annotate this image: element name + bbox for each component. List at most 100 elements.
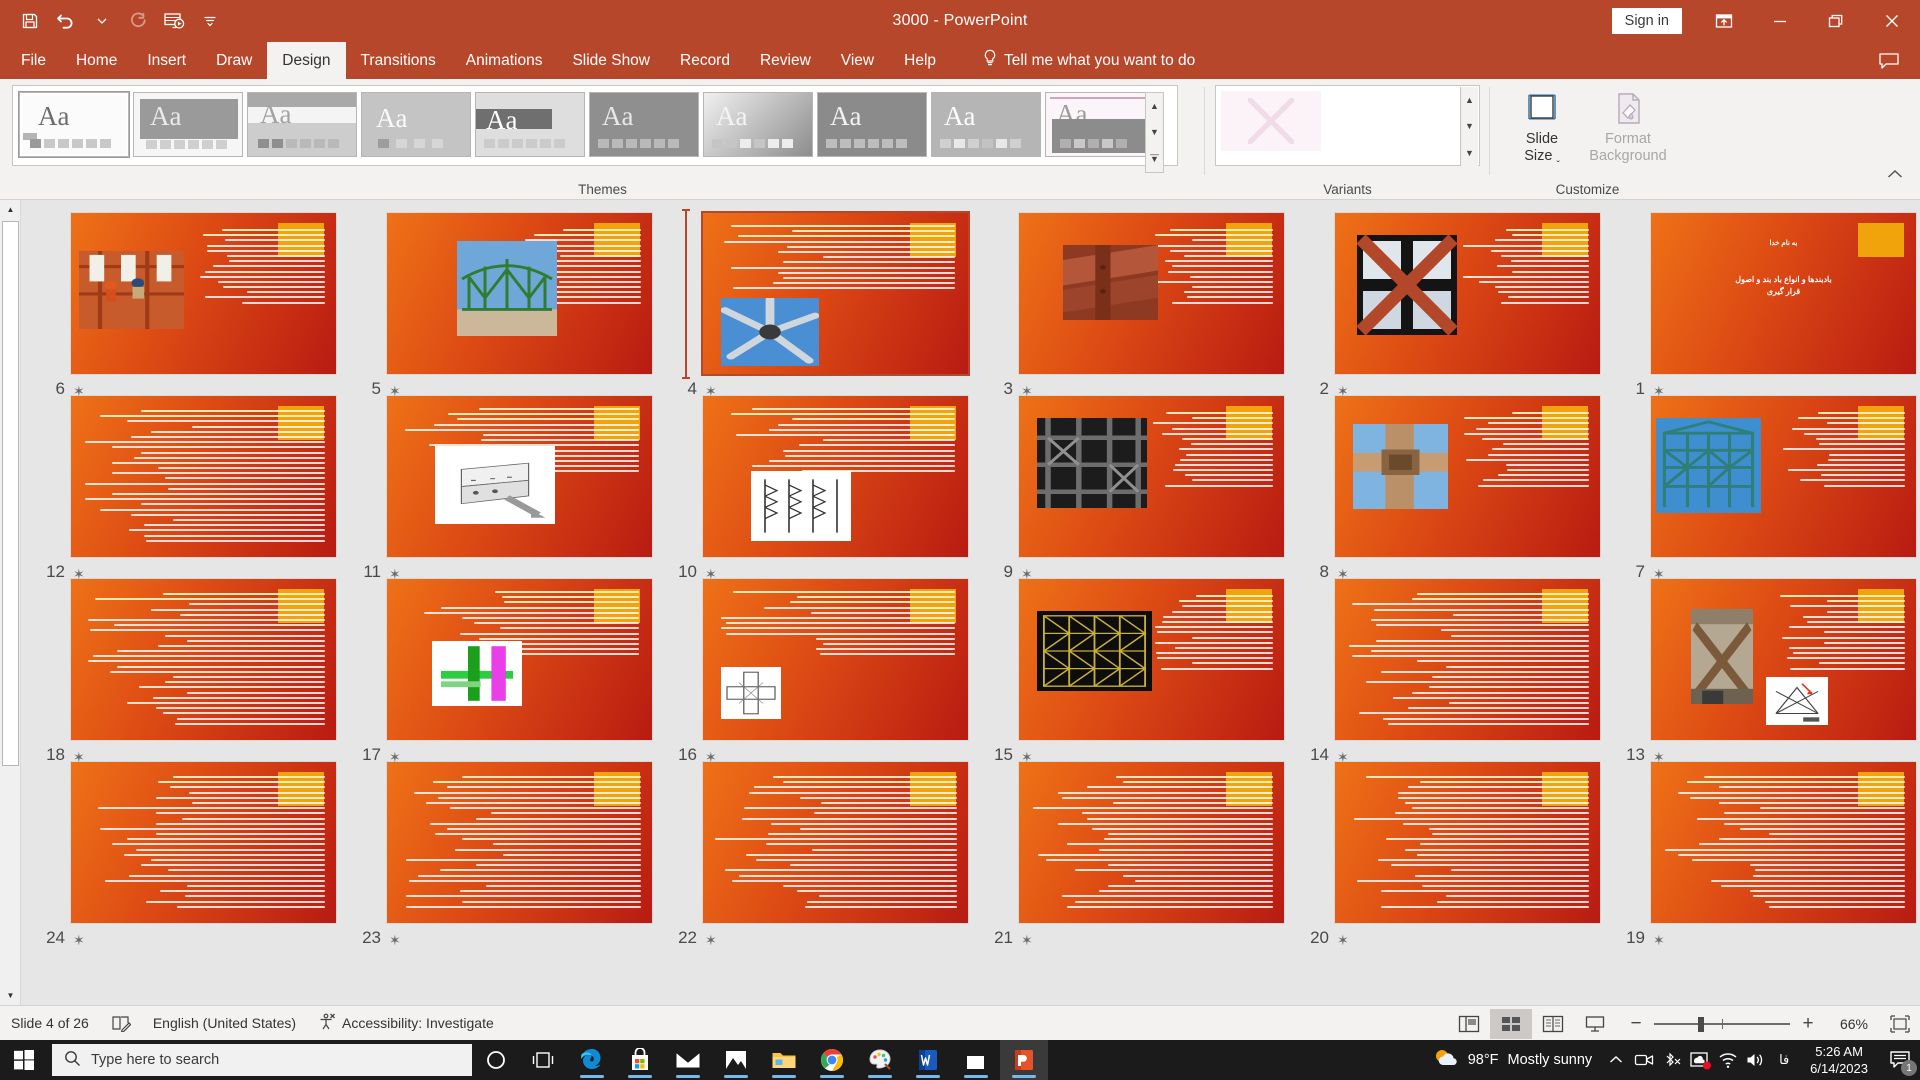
volume-icon[interactable] (1742, 1040, 1770, 1080)
slide-thumbnail-8[interactable] (1335, 396, 1600, 557)
theme-thumbnail-7[interactable]: Aa (703, 92, 813, 157)
mail-icon[interactable] (664, 1040, 712, 1080)
start-from-beginning-icon[interactable] (158, 5, 190, 37)
slide-thumbnail-4[interactable] (703, 213, 968, 374)
zoom-slider[interactable] (1654, 1016, 1790, 1032)
tab-help[interactable]: Help (889, 42, 951, 79)
slide-thumbnail-7[interactable] (1651, 396, 1916, 557)
video-editor-icon[interactable] (952, 1040, 1000, 1080)
slide-thumbnail-15[interactable] (1019, 579, 1284, 740)
ribbon-display-options-icon[interactable] (1696, 0, 1752, 42)
variants-gallery[interactable]: ▲ ▼ ▼ (1215, 85, 1480, 166)
variant-thumbnail-1[interactable] (1221, 91, 1321, 151)
tab-record[interactable]: Record (665, 42, 745, 79)
slide-counter[interactable]: Slide 4 of 26 (0, 1006, 100, 1041)
theme-thumbnail-4[interactable]: Aa (361, 92, 471, 157)
slide-transition-star-icon[interactable]: ✶ (1653, 932, 1665, 949)
microsoft-powerpoint-icon[interactable] (1000, 1040, 1048, 1080)
scrollbar-thumb[interactable] (2, 221, 19, 766)
slide-transition-star-icon[interactable]: ✶ (73, 932, 85, 949)
variants-scroll-down-icon[interactable]: ▼ (1461, 113, 1478, 139)
tab-review[interactable]: Review (745, 42, 826, 79)
theme-thumbnail-10[interactable]: Aa (1045, 92, 1155, 157)
undo-icon[interactable] (50, 5, 82, 37)
tab-transitions[interactable]: Transitions (346, 42, 451, 79)
theme-thumbnail-6[interactable]: Aa (589, 92, 699, 157)
close-icon[interactable] (1864, 0, 1920, 42)
slide-thumbnail-2[interactable] (1335, 213, 1600, 374)
normal-view-button[interactable] (1448, 1009, 1490, 1039)
slide-show-view-button[interactable] (1574, 1009, 1616, 1039)
collapse-ribbon-chevron-up-icon[interactable] (1880, 161, 1910, 187)
slide-sorter-view-button[interactable] (1490, 1009, 1532, 1039)
microsoft-store-icon[interactable] (616, 1040, 664, 1080)
slide-size-button[interactable]: Slide Size ˬ (1500, 87, 1584, 169)
slide-thumbnail-9[interactable] (1019, 396, 1284, 557)
tab-file[interactable]: File (6, 42, 61, 79)
variants-scroll-up-icon[interactable]: ▲ (1461, 87, 1478, 113)
slide-thumbnail-10[interactable] (703, 396, 968, 557)
microsoft-word-icon[interactable] (904, 1040, 952, 1080)
slide-transition-star-icon[interactable]: ✶ (1021, 932, 1033, 949)
tab-home[interactable]: Home (61, 42, 132, 79)
themes-scroll-down-icon[interactable]: ▼ (1146, 119, 1163, 145)
tab-insert[interactable]: Insert (132, 42, 201, 79)
slide-thumbnail-16[interactable] (703, 579, 968, 740)
slide-transition-star-icon[interactable]: ✶ (389, 932, 401, 949)
slide-thumbnail-14[interactable] (1335, 579, 1600, 740)
redo-icon[interactable] (122, 5, 154, 37)
microsoft-edge-icon[interactable] (568, 1040, 616, 1080)
sign-in-button[interactable]: Sign in (1612, 8, 1682, 34)
google-chrome-icon[interactable] (808, 1040, 856, 1080)
minimize-icon[interactable] (1752, 0, 1808, 42)
tab-draw[interactable]: Draw (201, 42, 267, 79)
slide-thumbnail-17[interactable] (387, 579, 652, 740)
cortana-icon[interactable] (472, 1040, 520, 1080)
zoom-out-button[interactable]: − (1628, 1016, 1644, 1032)
weather-widget[interactable]: 98°F Mostly sunny (1423, 1040, 1602, 1080)
slide-transition-star-icon[interactable]: ✶ (705, 932, 717, 949)
themes-gallery-scrollbar[interactable]: ▲ ▼ ▼ — (1145, 92, 1164, 173)
themes-scroll-up-icon[interactable]: ▲ (1146, 93, 1163, 119)
slide-thumbnail-1[interactable]: به نام خدا بادبندها و انواع باد بند و اصو… (1651, 213, 1916, 374)
zoom-in-button[interactable]: + (1800, 1016, 1816, 1032)
format-background-button[interactable]: Format Background (1586, 87, 1670, 169)
slide-thumbnail-22[interactable] (703, 762, 968, 923)
paint-icon[interactable] (856, 1040, 904, 1080)
notification-center-icon[interactable]: 1 (1880, 1040, 1920, 1080)
scroll-down-icon[interactable]: ▼ (1, 986, 20, 1005)
theme-thumbnail-8[interactable]: Aa (817, 92, 927, 157)
start-button-icon[interactable] (0, 1040, 48, 1080)
bluetooth-disconnected-icon[interactable] (1658, 1040, 1686, 1080)
slide-thumbnail-12[interactable] (71, 396, 336, 557)
slide-transition-star-icon[interactable]: ✶ (1337, 932, 1349, 949)
slide-sorter-scrollbar[interactable]: ▲ ▼ (0, 200, 21, 1005)
taskbar-clock[interactable]: 5:26 AM 6/14/2023 (1798, 1043, 1880, 1077)
slide-thumbnail-18[interactable] (71, 579, 336, 740)
theme-thumbnail-2[interactable]: Aa (133, 92, 243, 157)
spell-check-icon[interactable] (100, 1006, 142, 1041)
slide-thumbnail-6[interactable] (71, 213, 336, 374)
variants-gallery-scrollbar[interactable]: ▲ ▼ ▼ (1460, 87, 1478, 166)
theme-thumbnail-9[interactable]: Aa (931, 92, 1041, 157)
save-icon[interactable] (14, 5, 46, 37)
scroll-up-icon[interactable]: ▲ (1, 200, 20, 219)
tab-view[interactable]: View (826, 42, 889, 79)
tab-slide-show[interactable]: Slide Show (557, 42, 665, 79)
undo-dropdown-chevron-down-icon[interactable] (86, 5, 118, 37)
photos-icon[interactable] (712, 1040, 760, 1080)
reading-view-button[interactable] (1532, 1009, 1574, 1039)
zoom-slider-handle[interactable] (1698, 1017, 1704, 1032)
meet-now-icon[interactable] (1630, 1040, 1658, 1080)
slide-thumbnail-23[interactable] (387, 762, 652, 923)
tab-animations[interactable]: Animations (451, 42, 558, 79)
variants-more-icon[interactable]: ▼ (1461, 140, 1478, 166)
tell-me-search[interactable]: Tell me what you want to do (969, 42, 1209, 79)
theme-thumbnail-1[interactable]: Aa (19, 92, 129, 157)
zoom-level-label[interactable]: 66% (1826, 1016, 1868, 1032)
slide-thumbnail-24[interactable] (71, 762, 336, 923)
theme-thumbnail-5[interactable]: Aa (475, 92, 585, 157)
customize-quick-access-toolbar-icon[interactable] (194, 5, 226, 37)
slide-thumbnail-21[interactable] (1019, 762, 1284, 923)
file-explorer-icon[interactable] (760, 1040, 808, 1080)
